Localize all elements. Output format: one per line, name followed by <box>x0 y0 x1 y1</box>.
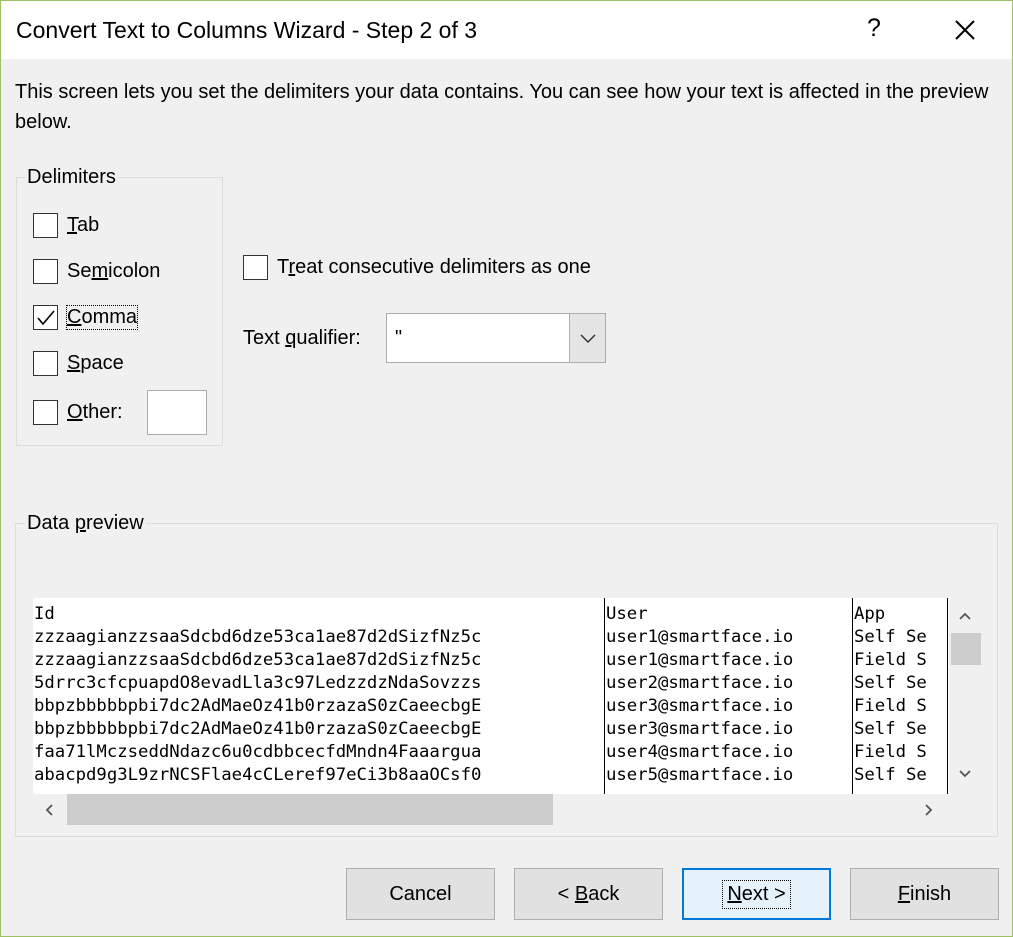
preview-cell: Self Se <box>854 765 927 785</box>
next-button[interactable]: Next > <box>682 868 831 920</box>
help-button[interactable]: ? <box>861 14 887 46</box>
other-checkbox-box[interactable] <box>33 400 58 425</box>
preview-column-id[interactable]: Id zzzaagianzzsaaSdcbd6dze53ca1ae87d2dSiz… <box>33 598 605 794</box>
preview-column-app[interactable]: App Self Se Field S Self Se Field S Self Se Fi… <box>853 598 948 794</box>
data-preview-legend: Data preview <box>25 512 146 535</box>
other-checkbox[interactable]: Other: <box>33 400 123 425</box>
preview-cell: user2@smartface.io <box>606 673 794 693</box>
comma-label: Comma <box>65 305 139 330</box>
space-label: Space <box>67 352 124 374</box>
wizard-dialog: Convert Text to Columns Wizard - Step 2 … <box>0 0 1013 937</box>
checkmark-icon <box>37 310 55 326</box>
treat-consecutive-checkbox-box[interactable] <box>243 255 268 280</box>
preview-cell: Self Se <box>854 673 927 693</box>
space-checkbox[interactable]: Space <box>33 351 124 376</box>
semicolon-label: Semicolon <box>67 260 161 282</box>
semicolon-checkbox[interactable]: Semicolon <box>33 259 160 284</box>
comma-checkbox[interactable]: Comma <box>33 305 139 330</box>
preview-cell: 5drrc3cfcpuapdO8evadLla3c97LedzzdzNdaSov… <box>34 673 482 693</box>
finish-button-label: Finish <box>897 882 952 905</box>
other-delimiter-input[interactable] <box>147 390 207 435</box>
semicolon-checkbox-box[interactable] <box>33 259 58 284</box>
back-button-label: < Back <box>557 882 620 905</box>
preview-cell: Field S <box>854 742 927 762</box>
preview-cell: user5@smartface.io <box>606 765 794 785</box>
preview-cell: user4@smartface.io <box>606 742 794 762</box>
next-button-label: Next > <box>722 879 791 909</box>
cancel-button[interactable]: Cancel <box>346 868 495 920</box>
treat-consecutive-checkbox[interactable]: Treat consecutive delimiters as one <box>243 255 591 280</box>
back-button[interactable]: < Back <box>514 868 663 920</box>
data-preview-grid[interactable]: Id zzzaagianzzsaaSdcbd6dze53ca1ae87d2dSiz… <box>33 598 981 794</box>
chevron-down-icon <box>959 770 971 778</box>
preview-cell: faa71lMczseddNdazc6u0cdbbcecfdMndn4Faaar… <box>34 742 482 762</box>
cancel-button-label: Cancel <box>389 882 452 905</box>
preview-cell: abacpd9g3L9zrNCSFlae4cCLeref97eCi3b8aaOC… <box>34 765 482 785</box>
comma-checkbox-box[interactable] <box>33 305 58 330</box>
tab-checkbox-box[interactable] <box>33 213 58 238</box>
preview-cell: bbpzbbbbbpbi7dc2AdMaeOz41b0rzazaS0zCaeec… <box>34 719 482 739</box>
preview-header-cell: Id <box>34 604 55 624</box>
finish-button[interactable]: Finish <box>850 868 999 920</box>
other-label: Other: <box>67 401 123 423</box>
delimiters-legend: Delimiters <box>25 166 118 189</box>
vertical-scroll-thumb[interactable] <box>951 633 981 665</box>
preview-header-cell: User <box>606 604 648 624</box>
preview-vertical-scrollbar[interactable] <box>949 598 981 794</box>
scroll-right-button[interactable] <box>919 800 939 820</box>
preview-column-user[interactable]: User user1@smartface.io user1@smartface.io… <box>605 598 853 794</box>
preview-cell: user1@smartface.io <box>606 650 794 670</box>
preview-header-cell: App <box>854 604 886 624</box>
title-bar: Convert Text to Columns Wizard - Step 2 … <box>1 1 1012 59</box>
dialog-title: Convert Text to Columns Wizard - Step 2 … <box>16 17 478 43</box>
chevron-up-icon <box>959 612 971 620</box>
horizontal-scroll-thumb[interactable] <box>67 794 553 825</box>
tab-checkbox[interactable]: Tab <box>33 213 99 238</box>
text-qualifier-label: Text qualifier: <box>243 327 361 349</box>
text-qualifier-value: " <box>395 327 403 349</box>
treat-consecutive-label: Treat consecutive delimiters as one <box>277 256 591 278</box>
chevron-left-icon <box>45 804 53 816</box>
scroll-down-button[interactable] <box>955 764 975 784</box>
chevron-right-icon <box>925 804 933 816</box>
space-checkbox-box[interactable] <box>33 351 58 376</box>
preview-cell: Field S <box>854 650 927 670</box>
text-qualifier-select[interactable]: " <box>386 313 606 363</box>
preview-cell: Field S <box>854 696 927 716</box>
scroll-up-button[interactable] <box>955 606 975 626</box>
preview-cell: user3@smartface.io <box>606 719 794 739</box>
scroll-left-button[interactable] <box>39 800 59 820</box>
close-button[interactable] <box>947 13 983 49</box>
close-icon <box>955 20 975 40</box>
preview-cell: bbpzbbbbbpbi7dc2AdMaeOz41b0rzazaS0zCaeec… <box>34 696 482 716</box>
tab-label: Tab <box>67 214 100 236</box>
preview-cell: user3@smartface.io <box>606 696 794 716</box>
preview-cell: Self Se <box>854 627 927 647</box>
preview-cell: Self Se <box>854 719 927 739</box>
preview-cell: zzzaagianzzsaaSdcbd6dze53ca1ae87d2dSizfN… <box>34 627 482 647</box>
preview-cell: zzzaagianzzsaaSdcbd6dze53ca1ae87d2dSizfN… <box>34 650 482 670</box>
dropdown-toggle[interactable] <box>569 314 605 362</box>
chevron-down-icon <box>580 334 596 344</box>
intro-text: This screen lets you set the delimiters … <box>15 81 989 133</box>
preview-cell: user1@smartface.io <box>606 627 794 647</box>
preview-horizontal-scrollbar[interactable] <box>33 794 949 826</box>
